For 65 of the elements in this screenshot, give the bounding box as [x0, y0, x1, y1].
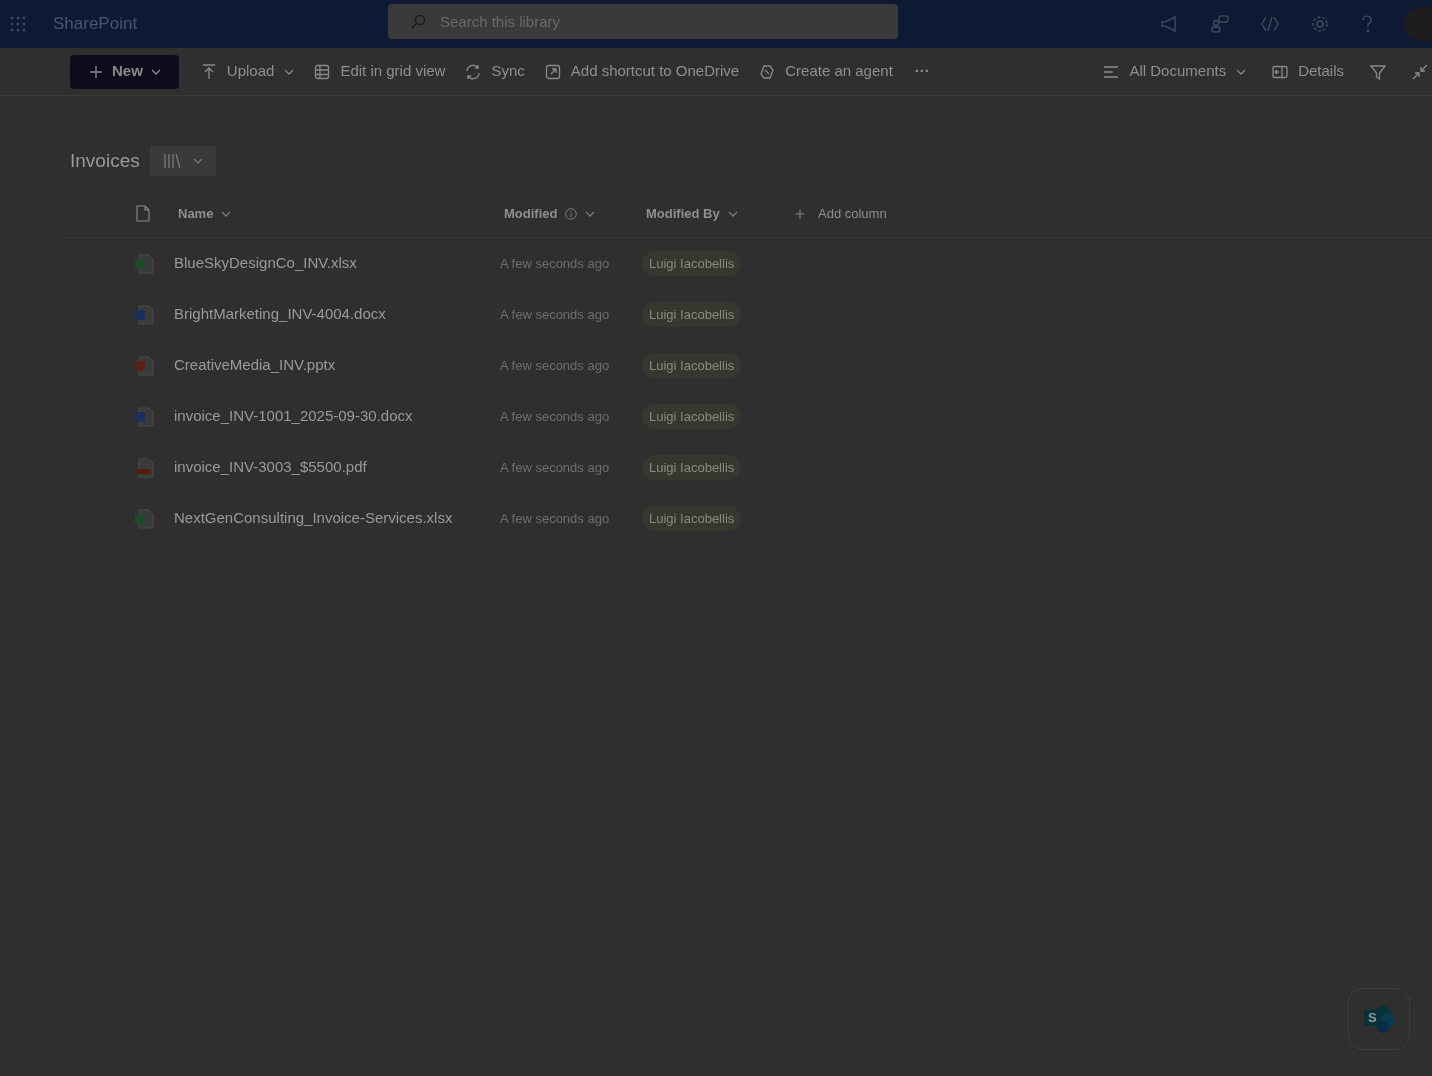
sharepoint-logo-icon [1363, 1005, 1395, 1033]
person-pill[interactable]: Luigi Iacobellis [642, 403, 742, 430]
word-file-icon [134, 406, 154, 427]
toolbar-button[interactable]: Create an agent [759, 54, 893, 89]
powerpoint-file-icon [134, 355, 154, 376]
modified-time: A few seconds ago [500, 305, 611, 324]
shortcut-icon [544, 63, 561, 80]
upload-icon [200, 63, 217, 80]
toolbar-button[interactable]: Upload [200, 54, 295, 89]
modified-time: A few seconds ago [500, 356, 611, 375]
modified-time: A few seconds ago [500, 407, 611, 426]
chevron-down-icon [727, 210, 738, 217]
code-icon[interactable] [1260, 14, 1280, 34]
modified-time: A few seconds ago [500, 254, 611, 273]
file-name-link[interactable]: CreativeMedia_INV.pptx [174, 354, 500, 377]
modified-time: A few seconds ago [500, 458, 611, 477]
file-name-link[interactable]: NextGenConsulting_Invoice-Services.xlsx [174, 507, 500, 530]
table-icon [314, 63, 331, 80]
toolbar-button[interactable]: All Documents [1103, 54, 1247, 89]
chevron-down-icon [221, 210, 232, 217]
column-header[interactable]: Name [178, 203, 504, 224]
details-pane-icon [1272, 63, 1289, 80]
file-name-link[interactable]: invoice_INV-1001_2025-09-30.docx [174, 405, 500, 428]
view-switcher[interactable] [149, 146, 216, 176]
chevron-down-icon [585, 210, 596, 217]
view-list-icon [1103, 63, 1120, 80]
add-column-button[interactable]: Add column [794, 203, 887, 224]
toolbar-button[interactable]: Add shortcut to OneDrive [544, 54, 740, 89]
file-type-header-icon [136, 205, 150, 222]
person-pill[interactable]: Luigi Iacobellis [642, 454, 742, 481]
column-header[interactable]: Modified By [646, 203, 794, 224]
file-name-link[interactable]: BrightMarketing_INV-4004.docx [174, 303, 500, 326]
sharepoint-logo-letter: S [1368, 1010, 1377, 1026]
file-name-link[interactable]: BlueSkyDesignCo_INV.xlsx [174, 252, 500, 275]
chat-icon[interactable] [1210, 14, 1230, 34]
help-icon[interactable] [1360, 14, 1374, 34]
chevron-down-icon [192, 158, 203, 164]
plus-icon [88, 63, 104, 80]
more-button[interactable]: ··· [912, 54, 932, 89]
new-button[interactable]: New [70, 54, 179, 89]
column-header[interactable]: Modified [504, 203, 646, 224]
app-launcher-icon[interactable] [10, 16, 26, 32]
modified-time: A few seconds ago [500, 509, 611, 528]
library-icon [162, 153, 181, 169]
excel-file-icon [134, 253, 154, 274]
word-file-icon [134, 304, 154, 325]
person-pill[interactable]: Luigi Iacobellis [642, 250, 742, 277]
toolbar-button[interactable]: Details [1272, 54, 1344, 89]
pdf-file-icon [134, 457, 154, 478]
sync-icon [465, 63, 482, 80]
settings-icon[interactable] [1310, 14, 1330, 34]
person-pill[interactable]: Luigi Iacobellis [642, 505, 742, 532]
toolbar-button[interactable]: Edit in grid view [314, 54, 446, 89]
toolbar-button[interactable]: Sync [465, 54, 525, 89]
filter-icon [1370, 63, 1386, 80]
app-name[interactable]: SharePoint [53, 11, 138, 37]
sharepoint-fab[interactable]: S [1348, 988, 1410, 1050]
person-pill[interactable]: Luigi Iacobellis [642, 301, 742, 328]
library-title: Invoices [70, 148, 140, 173]
file-name-link[interactable]: invoice_INV-3003_$5500.pdf [174, 456, 500, 479]
person-pill[interactable]: Luigi Iacobellis [642, 352, 742, 379]
collapse-icon [1412, 63, 1428, 80]
plus-icon [794, 207, 806, 220]
excel-file-icon [134, 508, 154, 529]
search-icon [410, 14, 426, 30]
